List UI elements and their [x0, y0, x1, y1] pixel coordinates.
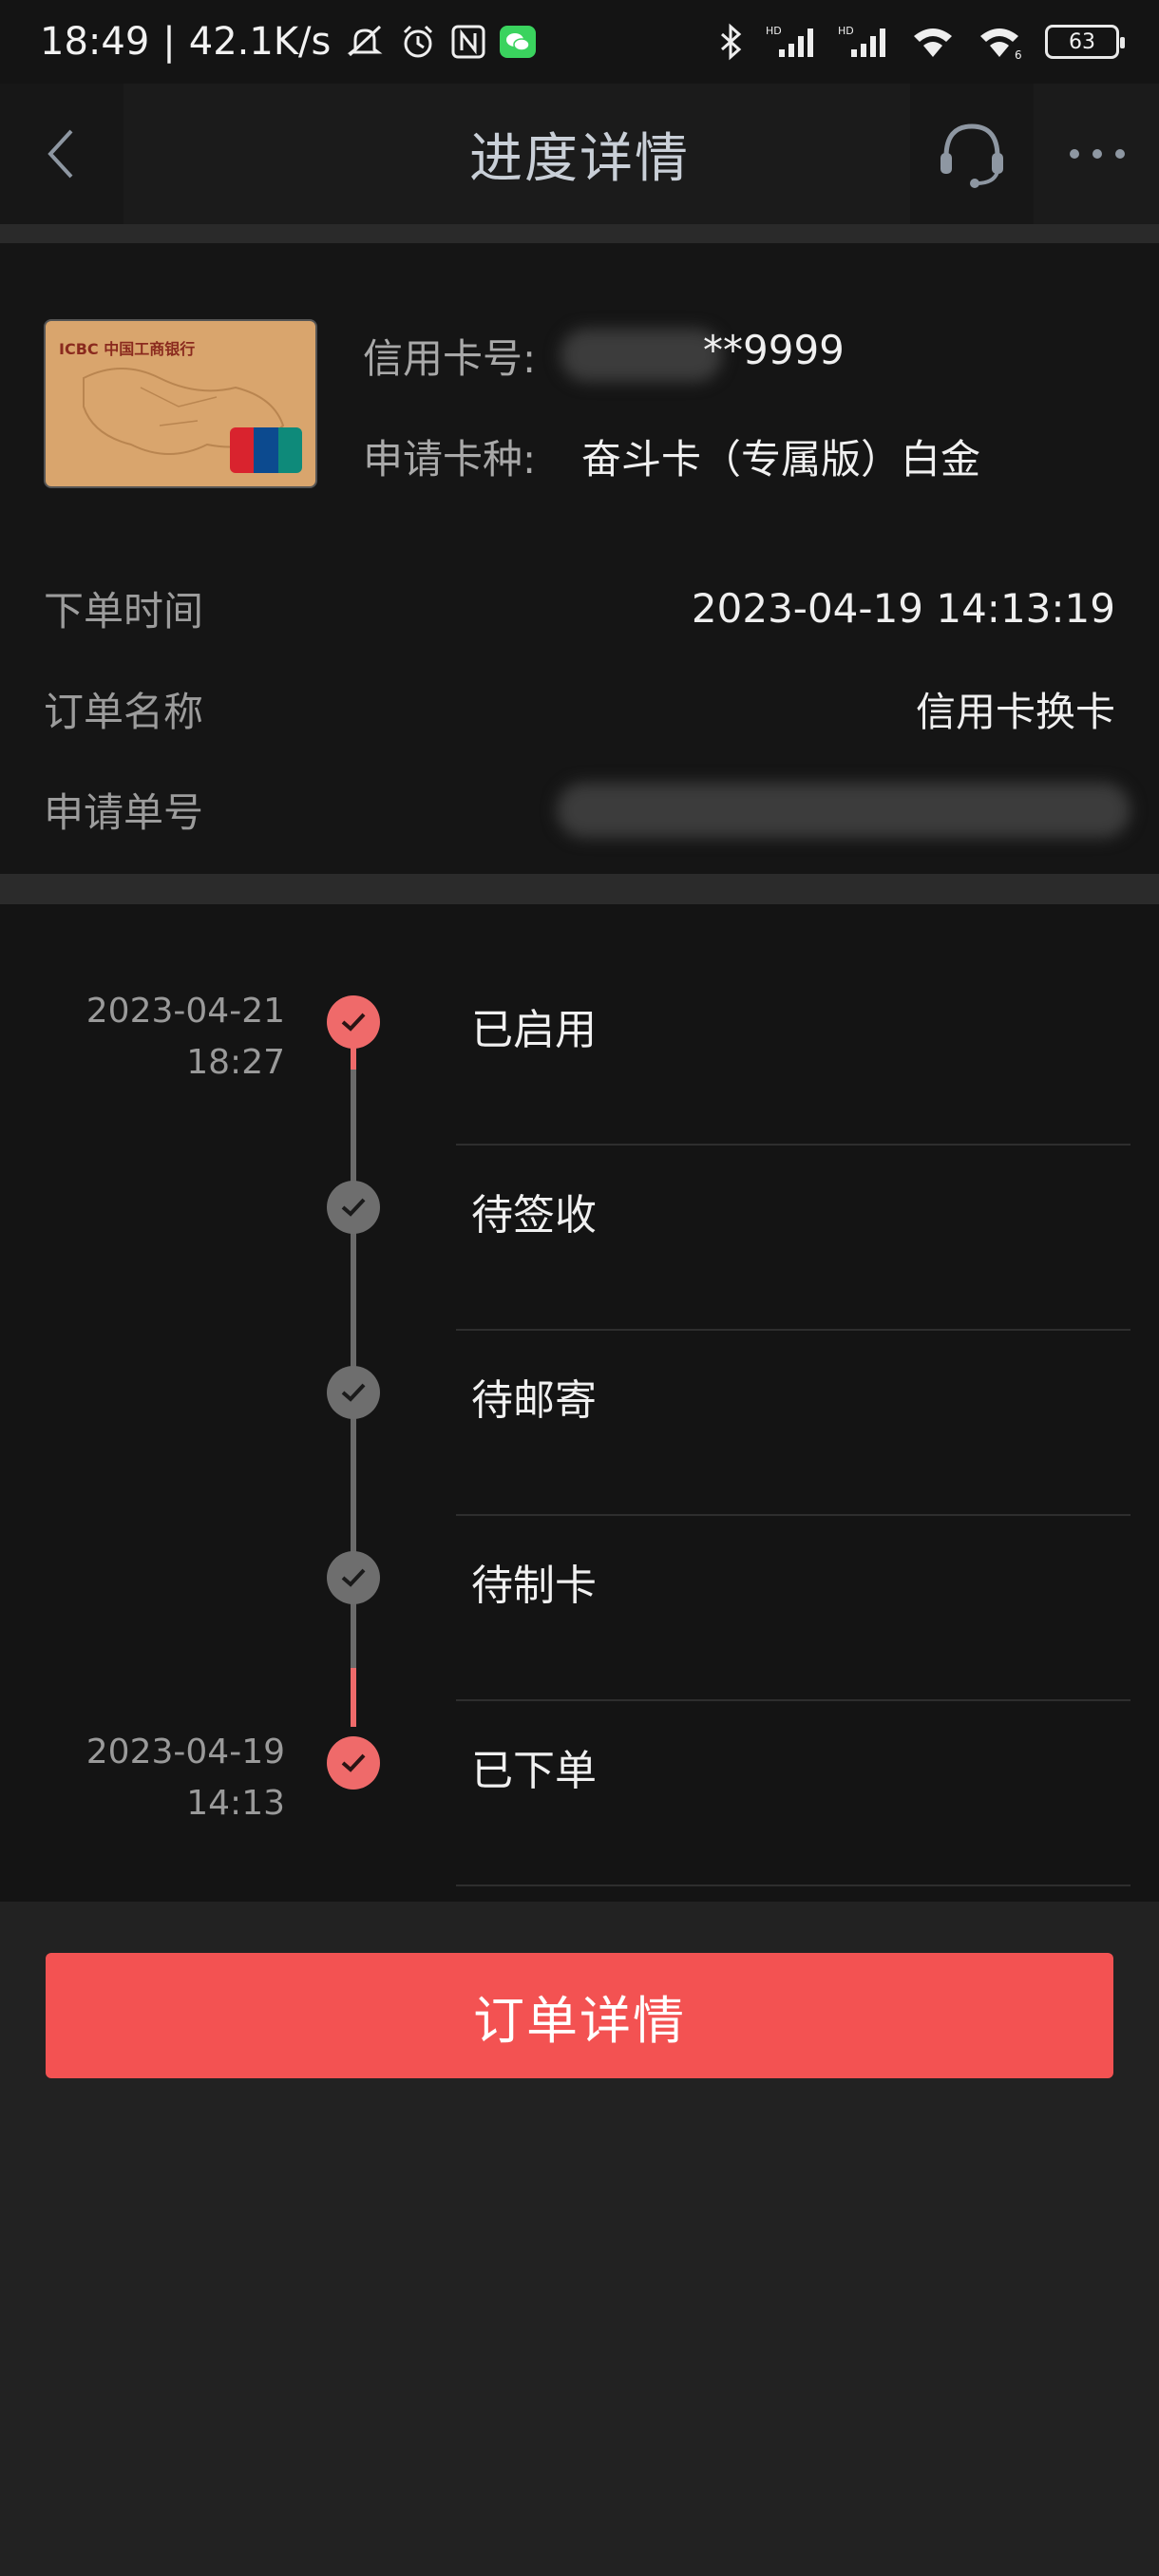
step-date: 2023-04-19 14:13: [86, 1727, 285, 1829]
wechat-icon: [500, 26, 537, 58]
more-button[interactable]: [1045, 84, 1150, 224]
customer-service-button[interactable]: [910, 84, 1034, 224]
card-bank-text: ICBC 中国工商银行: [59, 340, 196, 358]
timeline-step: 待签收: [0, 1089, 1159, 1331]
unionpay-logo: [230, 427, 302, 473]
step-label: 待签收: [471, 1191, 597, 1240]
alarm-icon: [399, 23, 437, 61]
status-divider: |: [162, 20, 176, 64]
page: 18:49 | 42.1K/s HD HD 6 63 进度详情 ICBC 中国工…: [0, 0, 1159, 2576]
nav-bar: 进度详情: [0, 84, 1159, 224]
headset-icon: [940, 123, 1003, 188]
order-detail-button[interactable]: 订单详情: [46, 1953, 1113, 2078]
step-label: 待邮寄: [471, 1376, 597, 1425]
timeline-step: 2023-04-21 18:27 已启用: [0, 904, 1159, 1146]
check-icon: [341, 1198, 366, 1217]
wifi-icon: [910, 23, 956, 61]
section-separator: [0, 874, 1159, 904]
timeline-step: 2023-04-19 14:13 已下单: [0, 1645, 1159, 1886]
mute-icon: [344, 23, 386, 61]
order-time-value: 2023-04-19 14:13:19: [691, 584, 1115, 632]
signal-hd-icon: HD: [838, 23, 889, 61]
status-network-speed: 42.1K/s: [188, 20, 332, 64]
card-number-redacted: [560, 329, 722, 382]
step-date-day: 2023-04-19: [86, 1733, 285, 1771]
card-info-section: ICBC 中国工商银行 信用卡号: **9999 申请卡种: 奋斗卡（专属版）白…: [0, 243, 1159, 874]
timeline-step: 待邮寄: [0, 1275, 1159, 1516]
step-date-time: 18:27: [186, 1043, 285, 1082]
check-icon: [341, 1568, 366, 1587]
order-number-redacted: [557, 783, 1130, 838]
step-label: 已下单: [471, 1747, 597, 1795]
status-bar: 18:49 | 42.1K/s HD HD 6 63: [0, 0, 1159, 84]
step-divider: [456, 1885, 1130, 1886]
step-label: 待制卡: [471, 1562, 597, 1610]
order-time-row: 下单时间 2023-04-19 14:13:19: [44, 579, 1115, 636]
step-status-dot: [327, 1736, 380, 1790]
step-status-dot: [327, 1366, 380, 1419]
status-time: 18:49: [40, 20, 150, 64]
step-label: 已启用: [471, 1006, 597, 1054]
step-date-time: 14:13: [186, 1784, 285, 1823]
card-type-value: 奋斗卡（专属版）白金: [581, 436, 981, 483]
signal-hd-icon: HD: [766, 23, 817, 61]
order-number-label: 申请单号: [44, 788, 204, 836]
card-number-label: 信用卡号:: [363, 335, 537, 382]
timeline-step: 待制卡: [0, 1460, 1159, 1701]
battery-icon: 63: [1045, 25, 1125, 59]
check-icon: [341, 1383, 366, 1402]
svg-text:HD: HD: [766, 25, 782, 37]
nav-separator: [0, 224, 1159, 243]
hotspot-icon: 6: [977, 23, 1024, 61]
order-name-row: 订单名称 信用卡换卡: [44, 680, 1115, 737]
progress-timeline: 2023-04-21 18:27 已启用 待签收 待邮寄 待制卡 2023-04…: [0, 904, 1159, 1902]
step-status-dot: [327, 1551, 380, 1604]
status-left: 18:49 | 42.1K/s: [40, 20, 537, 64]
card-type-label: 申请卡种:: [363, 436, 537, 483]
svg-text:HD: HD: [838, 25, 854, 37]
chevron-left-icon: [48, 129, 73, 179]
step-date-day: 2023-04-21: [86, 992, 285, 1031]
check-icon: [341, 1753, 366, 1772]
credit-card-image: ICBC 中国工商银行: [44, 319, 317, 488]
order-name-value: 信用卡换卡: [915, 688, 1115, 735]
order-time-label: 下单时间: [44, 587, 204, 635]
svg-text:6: 6: [1015, 48, 1022, 61]
more-icon: [1070, 149, 1125, 159]
bluetooth-icon: [716, 23, 745, 61]
battery-level: 63: [1069, 29, 1095, 54]
status-right: HD HD 6 63: [716, 23, 1125, 61]
order-name-label: 订单名称: [44, 688, 204, 735]
card-number-value: **9999: [703, 327, 845, 373]
step-status-dot: [327, 1181, 380, 1234]
nfc-icon: [450, 24, 486, 60]
step-date: 2023-04-21 18:27: [86, 986, 285, 1089]
check-icon: [341, 1013, 366, 1032]
back-button[interactable]: [0, 84, 124, 224]
step-status-dot: [327, 995, 380, 1049]
